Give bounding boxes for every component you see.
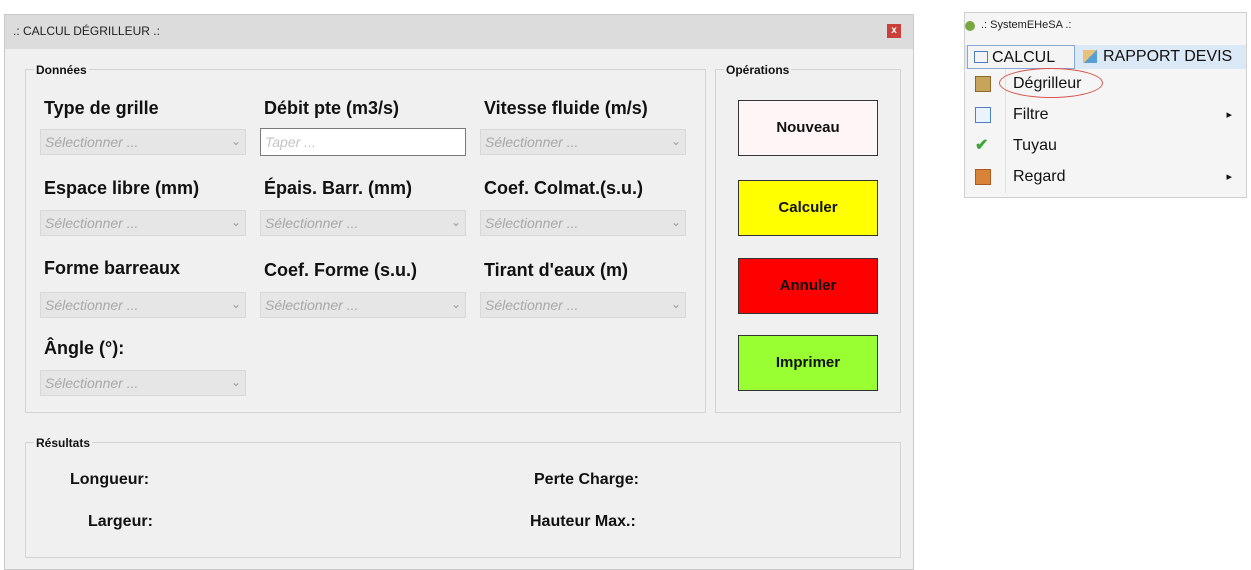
nouveau-button[interactable]: Nouveau: [738, 100, 878, 156]
chevron-down-icon: ⌄: [230, 215, 241, 229]
chart-icon: [1083, 50, 1097, 63]
imprimer-button[interactable]: Imprimer: [738, 335, 878, 391]
forme-barreaux-label: Forme barreaux: [44, 258, 181, 278]
menu-item-filtre[interactable]: Filtre ▸: [965, 100, 1246, 131]
tab-calcul-label: CALCUL: [992, 49, 1056, 66]
epais-barr-label: Épais. Barr. (mm): [264, 178, 413, 198]
menu-item-filtre-label: Filtre: [1013, 106, 1049, 123]
angle-select[interactable]: Sélectionner ... ⌄: [40, 370, 246, 396]
donnees-group-label: Données: [34, 63, 89, 77]
highlight-ellipse: [999, 68, 1103, 98]
vitesse-fluide-label: Vitesse fluide (m/s): [484, 98, 648, 118]
calculer-button[interactable]: Calculer: [738, 180, 878, 236]
chevron-down-icon: ⌄: [450, 215, 461, 229]
coef-colmat-label: Coef. Colmat.(s.u.): [484, 178, 644, 198]
menu-item-regard-label: Regard: [1013, 168, 1066, 185]
filtre-icon: [975, 107, 991, 123]
title-bar: .: CALCUL DÉGRILLEUR .: x: [5, 15, 913, 49]
app-logo-icon: [965, 21, 975, 31]
chevron-down-icon: ⌄: [230, 134, 241, 148]
perte-charge-label: Perte Charge:: [534, 471, 639, 488]
submenu-arrow-icon: ▸: [1226, 171, 1232, 183]
window-title: .: CALCUL DÉGRILLEUR .:: [13, 24, 160, 38]
epais-barr-select[interactable]: Sélectionner ... ⌄: [260, 210, 466, 236]
espace-libre-label: Espace libre (mm): [44, 178, 200, 198]
type-grille-select[interactable]: Sélectionner ... ⌄: [40, 129, 246, 155]
tirant-eaux-value: Sélectionner ...: [485, 297, 579, 313]
longueur-label: Longueur:: [70, 471, 150, 488]
regard-icon: [975, 169, 991, 185]
type-grille-value: Sélectionner ...: [45, 134, 139, 150]
vitesse-fluide-value: Sélectionner ...: [485, 134, 579, 150]
annuler-button[interactable]: Annuler: [738, 258, 878, 314]
calcul-icon: [974, 51, 988, 63]
resultats-group-label: Résultats: [34, 436, 93, 450]
angle-value: Sélectionner ...: [45, 375, 139, 391]
debit-pte-input[interactable]: Taper ...: [260, 128, 466, 156]
systemehesa-menu-window: .: SystemEHeSA .: CALCUL RAPPORT DEVIS D…: [964, 12, 1247, 198]
resultats-group: Résultats Longueur: Largeur: Perte Charg…: [25, 436, 901, 558]
forme-barreaux-value: Sélectionner ...: [45, 297, 139, 313]
menu-bar: CALCUL RAPPORT DEVIS: [965, 45, 1246, 69]
menu-item-tuyau-label: Tuyau: [1013, 137, 1057, 154]
submenu-arrow-icon: ▸: [1226, 109, 1232, 121]
app-title: .: SystemEHeSA .:: [981, 19, 1072, 31]
operations-group-label: Opérations: [724, 63, 792, 77]
largeur-label: Largeur:: [88, 513, 153, 530]
espace-libre-value: Sélectionner ...: [45, 215, 139, 231]
debit-pte-label: Débit pte (m3/s): [264, 98, 400, 118]
close-button[interactable]: x: [887, 24, 901, 38]
debit-pte-placeholder: Taper ...: [265, 134, 316, 150]
coef-forme-value: Sélectionner ...: [265, 297, 359, 313]
type-grille-label: Type de grille: [44, 98, 159, 118]
tab-rapport-devis-label: RAPPORT DEVIS: [1103, 48, 1233, 65]
menu-separator: [1005, 100, 1006, 131]
chevron-down-icon: ⌄: [230, 375, 241, 389]
chevron-down-icon: ⌄: [230, 297, 241, 311]
calcul-degrilleur-window: .: CALCUL DÉGRILLEUR .: x Données Type d…: [4, 14, 914, 570]
hauteur-max-label: Hauteur Max.:: [530, 513, 636, 530]
menu-item-regard[interactable]: Regard ▸: [965, 162, 1246, 193]
coef-forme-label: Coef. Forme (s.u.): [264, 260, 418, 280]
chevron-down-icon: ⌄: [450, 297, 461, 311]
check-icon: ✔: [975, 137, 989, 154]
espace-libre-select[interactable]: Sélectionner ... ⌄: [40, 210, 246, 236]
menu-separator: [1005, 162, 1006, 193]
tab-rapport-devis[interactable]: RAPPORT DEVIS: [1077, 45, 1245, 69]
donnees-group: Données Type de grille Sélectionner ... …: [25, 63, 706, 413]
coef-forme-select[interactable]: Sélectionner ... ⌄: [260, 292, 466, 318]
angle-label: Ângle (°):: [44, 338, 125, 358]
degrilleur-icon: [975, 76, 991, 92]
tab-calcul[interactable]: CALCUL: [967, 45, 1075, 69]
menu-item-tuyau[interactable]: ✔ Tuyau: [965, 131, 1246, 162]
coef-colmat-select[interactable]: Sélectionner ... ⌄: [480, 210, 686, 236]
menu-item-degrilleur[interactable]: Dégrilleur: [965, 68, 1246, 100]
chevron-down-icon: ⌄: [670, 134, 681, 148]
tirant-eaux-label: Tirant d'eaux (m): [484, 260, 628, 280]
epais-barr-value: Sélectionner ...: [265, 215, 359, 231]
tirant-eaux-select[interactable]: Sélectionner ... ⌄: [480, 292, 686, 318]
chevron-down-icon: ⌄: [670, 297, 681, 311]
coef-colmat-value: Sélectionner ...: [485, 215, 579, 231]
vitesse-fluide-select[interactable]: Sélectionner ... ⌄: [480, 129, 686, 155]
chevron-down-icon: ⌄: [670, 215, 681, 229]
forme-barreaux-select[interactable]: Sélectionner ... ⌄: [40, 292, 246, 318]
operations-group: Opérations Nouveau Calculer Annuler Impr…: [715, 63, 901, 413]
menu-separator: [1005, 131, 1006, 162]
